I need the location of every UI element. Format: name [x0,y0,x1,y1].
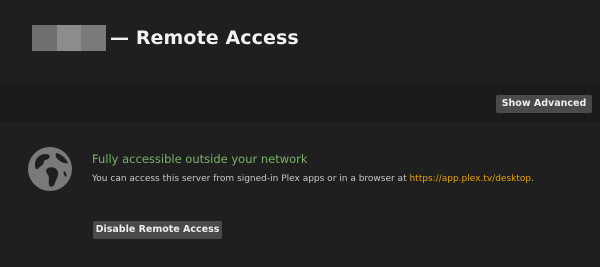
status-description-end: . [531,174,534,184]
page-header: — Remote Access [32,22,299,54]
globe-icon [28,147,72,191]
status-title: Fully accessible outside your network [92,152,308,166]
plex-desktop-link[interactable]: https://app.plex.tv/desktop [409,174,531,184]
server-name-redacted [32,25,107,51]
show-advanced-button[interactable]: Show Advanced [496,95,592,113]
status-description: You can access this server from signed-i… [92,174,534,184]
status-description-text: You can access this server from signed-i… [92,174,410,184]
page-title: — Remote Access [110,27,299,49]
disable-remote-access-button[interactable]: Disable Remote Access [93,221,222,239]
